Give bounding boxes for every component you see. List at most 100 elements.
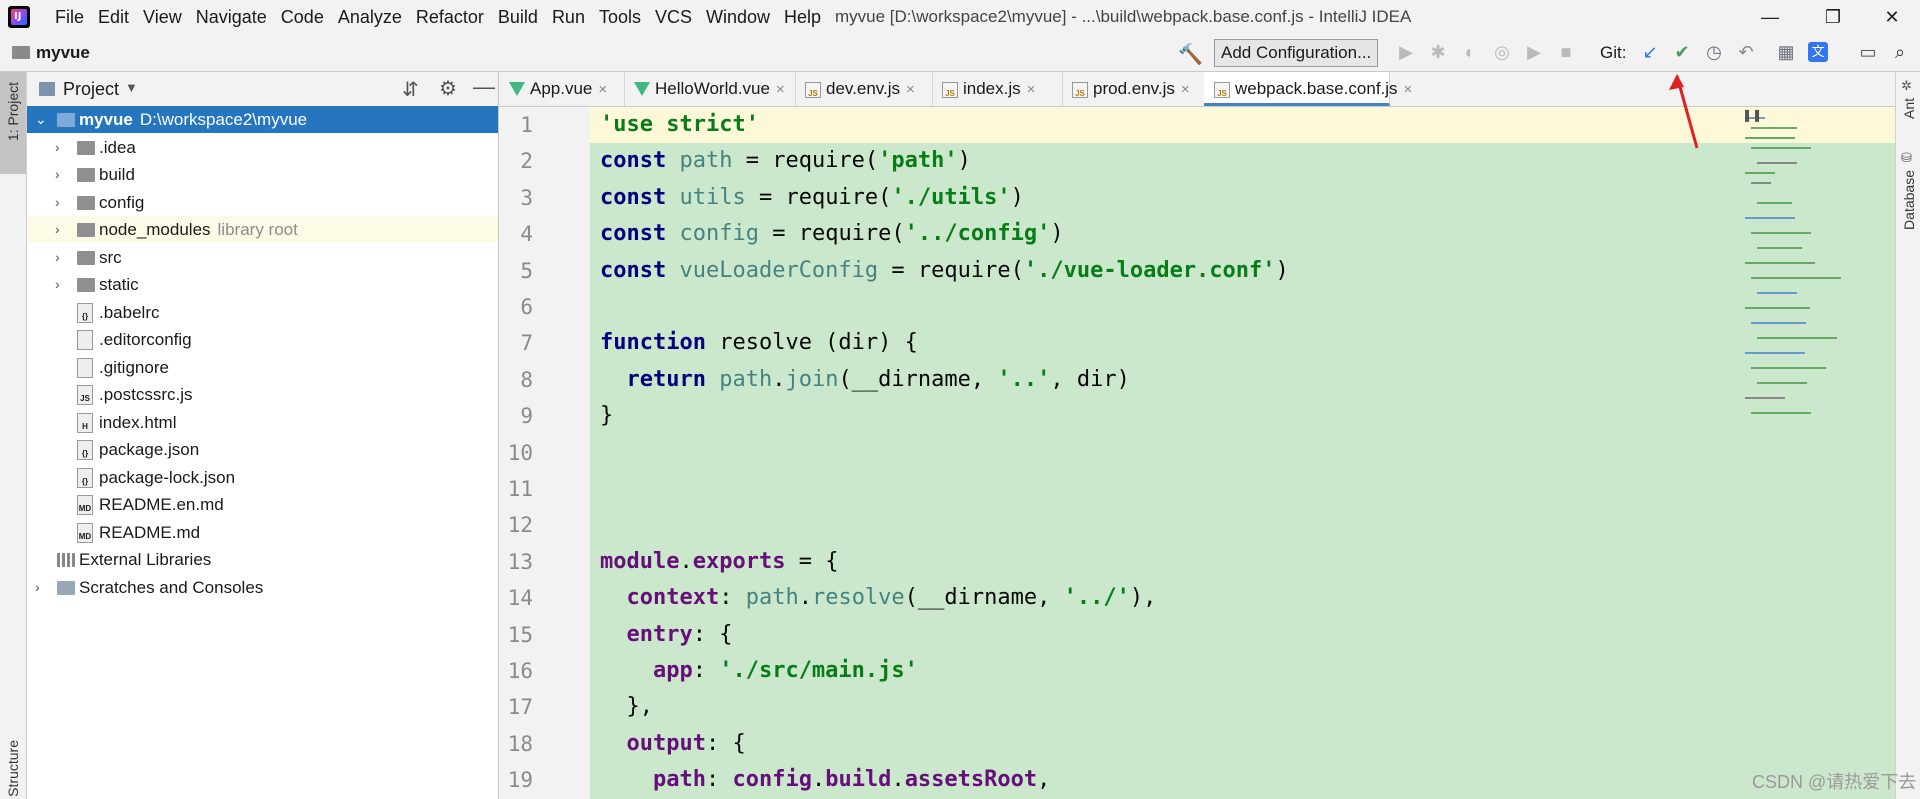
editor-tab[interactable]: JS webpack.base.conf.js × [1204,72,1412,106]
breadcrumb-project[interactable]: myvue [36,43,90,63]
translate-icon[interactable]: 文 [1808,42,1828,62]
chevron-right-icon[interactable]: › [35,574,40,601]
project-structure-icon[interactable]: ▦ [1774,42,1798,63]
code-line[interactable]: function resolve (dir) { [600,325,918,361]
add-configuration-button[interactable]: Add Configuration... [1214,39,1379,67]
code-line[interactable]: path: config.build.assetsRoot, [600,762,1050,798]
code-token: app [600,658,693,683]
code-line[interactable]: entry: { [600,617,732,653]
code-line[interactable]: } [600,398,613,434]
tree-item[interactable]: MD README.md [27,519,498,546]
pause-icon[interactable]: ❚❚ [1742,108,1762,122]
code-minimap[interactable] [1745,107,1895,437]
minimize-button[interactable]: — [1740,0,1800,34]
git-rollback-icon[interactable]: ↶ [1734,42,1758,63]
close-tab-icon[interactable]: × [1404,81,1413,98]
menu-build[interactable]: Build [491,6,545,28]
close-window-button[interactable]: ✕ [1862,0,1920,34]
close-tab-icon[interactable]: × [1181,81,1190,98]
menu-view[interactable]: View [136,6,189,28]
navigation-toolbar: myvue 🔨 Add Configuration... ▶ ✱ ◐ ◎ ▶ ■… [0,34,1920,72]
menu-edit[interactable]: Edit [91,6,136,28]
chevron-right-icon[interactable]: › [55,244,60,271]
coverage-icon[interactable]: ◐ [1458,42,1482,63]
tree-item[interactable]: MD README.en.md [27,491,498,518]
tree-item[interactable]: {} .babelrc [27,299,498,326]
terminal-icon[interactable]: ▭ [1856,42,1880,63]
tree-item[interactable]: › build [27,161,498,188]
menu-tools[interactable]: Tools [592,6,648,28]
database-tool-button[interactable]: Database [1901,170,1917,230]
code-line[interactable]: const vueLoaderConfig = require('./vue-l… [600,253,1289,289]
tree-item[interactable]: › src [27,244,498,271]
debug-icon[interactable]: ✱ [1426,42,1450,63]
code-line[interactable]: const config = require('../config') [600,216,1064,252]
chevron-right-icon[interactable]: › [55,161,60,188]
git-history-icon[interactable]: ◷ [1702,42,1726,63]
close-tab-icon[interactable]: × [776,81,785,98]
editor-tab[interactable]: JS prod.env.js × [1062,72,1205,106]
run-attach-icon[interactable]: ▶ [1522,42,1546,63]
menu-run[interactable]: Run [545,6,592,28]
tree-item[interactable]: Hindex.html [27,409,498,436]
close-tab-icon[interactable]: × [906,81,915,98]
code-line[interactable]: return path.join(__dirname, '..', dir) [600,362,1129,398]
profile-icon[interactable]: ◎ [1490,42,1514,63]
menu-refactor[interactable]: Refactor [409,6,491,28]
build-hammer-icon[interactable]: 🔨 [1178,42,1203,67]
collapse-all-icon[interactable]: ⇵ [402,77,419,102]
chevron-right-icon[interactable]: › [55,271,60,298]
editor-tab[interactable]: JS index.js × [932,72,1063,106]
stop-icon[interactable]: ■ [1554,42,1578,63]
menu-help[interactable]: Help [777,6,828,28]
menu-file[interactable]: File [48,6,91,28]
tree-item[interactable]: {} package-lock.json [27,464,498,491]
search-icon[interactable]: ⌕ [1888,42,1912,63]
tree-item[interactable]: ⌄ myvue D:\workspace2\myvue [27,106,498,133]
menu-vcs[interactable]: VCS [648,6,699,28]
chevron-right-icon[interactable]: › [55,189,60,216]
code-line[interactable]: const path = require('path') [600,143,971,179]
menu-navigate[interactable]: Navigate [189,6,274,28]
tree-item[interactable]: JS .postcssrc.js [27,381,498,408]
editor-tab[interactable]: HelloWorld.vue × [624,72,796,106]
structure-tool-button[interactable]: Structure [5,740,21,797]
tree-item[interactable]: › static [27,271,498,298]
chevron-down-icon[interactable]: ▼ [125,80,138,95]
code-line[interactable]: module.exports = { [600,544,838,580]
project-view-title[interactable]: Project [63,79,119,100]
code-line[interactable]: output: { [600,726,745,762]
editor-tab[interactable]: JS dev.env.js × [795,72,933,106]
hide-panel-icon[interactable]: — [473,74,495,100]
close-tab-icon[interactable]: × [598,81,607,98]
chevron-right-icon[interactable]: › [55,134,60,161]
code-line[interactable]: }, [600,689,653,725]
code-line[interactable]: context: path.resolve(__dirname, '../'), [600,580,1156,616]
run-icon[interactable]: ▶ [1394,42,1418,63]
tree-item[interactable]: {} package.json [27,436,498,463]
tree-item[interactable]: .gitignore [27,354,498,381]
code-line[interactable]: 'use strict' [600,107,759,143]
code-line[interactable]: const utils = require('./utils') [600,180,1024,216]
menu-analyze[interactable]: Analyze [331,6,409,28]
chevron-down-icon[interactable]: ⌄ [35,106,47,133]
project-tool-button[interactable]: 1: Project [0,72,26,174]
chevron-right-icon[interactable]: › [55,216,60,243]
git-commit-icon[interactable]: ✔ [1670,42,1694,63]
code-text[interactable]: 'use strict' const path = require('path')… [600,107,1740,799]
git-update-icon[interactable]: ↙ [1638,42,1662,63]
ant-tool-button[interactable]: Ant [1901,98,1917,119]
close-tab-icon[interactable]: × [1027,81,1036,98]
tree-item[interactable]: › Scratches and Consoles [27,574,498,601]
menu-code[interactable]: Code [274,6,331,28]
gear-icon[interactable]: ⚙ [439,76,457,101]
tree-item[interactable]: › .idea [27,134,498,161]
tree-item[interactable]: › node_modules library root [27,216,498,243]
editor-tab[interactable]: App.vue × [499,72,625,106]
tree-item[interactable]: › config [27,189,498,216]
menu-window[interactable]: Window [699,6,777,28]
tree-item[interactable]: .editorconfig [27,326,498,353]
tree-item[interactable]: External Libraries [27,546,498,573]
restore-button[interactable]: ❐ [1803,0,1863,34]
code-line[interactable]: app: './src/main.js' [600,653,918,689]
